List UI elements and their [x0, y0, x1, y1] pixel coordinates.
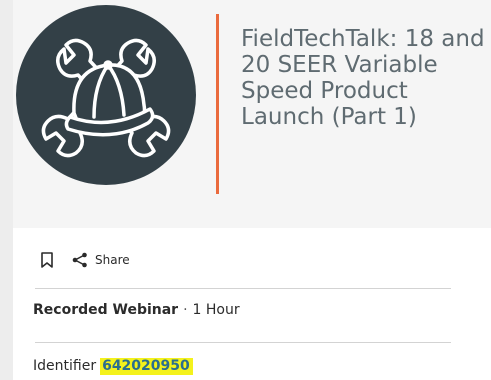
- webinar-type: Recorded Webinar: [33, 302, 179, 318]
- identifier-row: Identifier 642020950: [33, 358, 193, 375]
- divider: [35, 288, 451, 289]
- webinar-title: FieldTechTalk: 18 and 20 SEER Variable S…: [241, 26, 485, 130]
- accent-divider: [216, 14, 219, 194]
- share-button[interactable]: Share: [72, 252, 130, 268]
- cap-wrench-logo-icon: [16, 5, 196, 185]
- hero-banner: FieldTechTalk: 18 and 20 SEER Variable S…: [13, 0, 491, 228]
- action-bar: Share: [40, 249, 130, 271]
- divider: [35, 342, 451, 343]
- meta-separator: ·: [183, 302, 188, 318]
- webinar-duration: 1 Hour: [192, 302, 240, 318]
- webinar-meta: Recorded Webinar · 1 Hour: [33, 302, 240, 318]
- identifier-value: 642020950: [100, 358, 193, 375]
- course-card: FieldTechTalk: 18 and 20 SEER Variable S…: [13, 0, 491, 380]
- share-icon: [72, 252, 87, 268]
- page: FieldTechTalk: 18 and 20 SEER Variable S…: [0, 0, 491, 380]
- identifier-label: Identifier: [33, 358, 97, 374]
- bookmark-icon[interactable]: [40, 251, 54, 269]
- share-label: Share: [95, 253, 130, 267]
